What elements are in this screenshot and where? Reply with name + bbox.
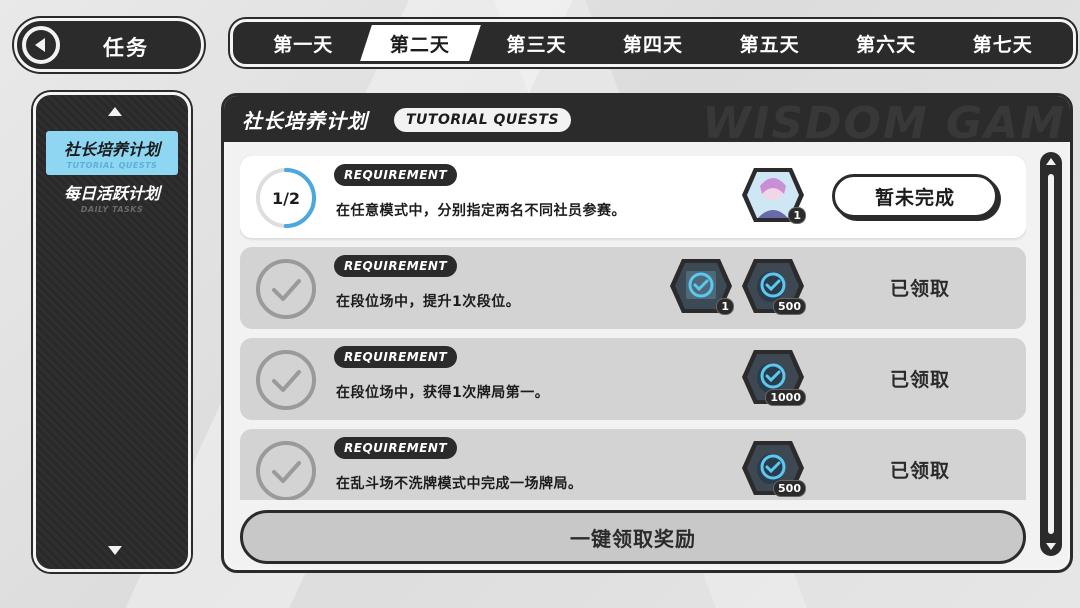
quest-list[interactable]: 1/2 REQUIREMENT 在任意模式中，分别指定两名不同社员参赛。 1 暂…	[240, 156, 1026, 500]
reward-count: 500	[773, 298, 806, 315]
day-tabs: 第一天 第二天 第三天 第四天 第五天 第六天 第七天	[230, 19, 1076, 67]
panel-title: 社长培养计划	[242, 109, 368, 133]
tab-label: 第六天	[856, 33, 917, 56]
quest-card: REQUIREMENT 在段位场中，提升1次段位。 1 500 已领取	[240, 247, 1026, 329]
tab-label: 第三天	[506, 33, 567, 56]
requirement-badge: REQUIREMENT	[334, 255, 458, 277]
quest-description: 在乱斗场不洗牌模式中完成一场牌局。	[336, 476, 583, 492]
progress-text: 1/2	[271, 188, 301, 208]
tab-label: 第四天	[623, 33, 684, 56]
tab-day-2[interactable]: 第二天	[362, 25, 479, 61]
reward-count: 1	[716, 298, 734, 315]
scroll-up-icon[interactable]	[108, 107, 122, 116]
checkmark-icon	[256, 350, 316, 410]
category-sidebar: 社长培养计划 TUTORIAL QUESTS 每日活跃计划 DAILY TASK…	[33, 92, 191, 572]
checkmark-icon	[256, 441, 316, 500]
tab-label: 第二天	[389, 33, 450, 56]
reward-count: 1000	[765, 389, 806, 406]
page-title: 任务	[103, 36, 149, 60]
reward-item[interactable]: 1000	[740, 346, 806, 408]
tab-day-3[interactable]: 第三天	[478, 25, 595, 61]
tab-label: 第五天	[739, 33, 800, 56]
tab-day-4[interactable]: 第四天	[595, 25, 712, 61]
sidebar-item-daily[interactable]: 每日活跃计划 DAILY TASKS	[46, 175, 178, 219]
checkmark-icon	[256, 259, 316, 319]
reward-item[interactable]: 500	[740, 437, 806, 499]
sidebar-item-label: 每日活跃计划	[63, 184, 160, 203]
tab-label: 第一天	[273, 33, 334, 56]
back-arrow-icon	[26, 30, 56, 60]
requirement-badge: REQUIREMENT	[334, 164, 458, 186]
quest-card: 1/2 REQUIREMENT 在任意模式中，分别指定两名不同社员参赛。 1 暂…	[240, 156, 1026, 238]
quest-card: REQUIREMENT 在段位场中，获得1次牌局第一。 1000 已领取	[240, 338, 1026, 420]
scrollbar[interactable]	[1040, 152, 1062, 556]
reward-count: 1	[788, 207, 806, 224]
sidebar-item-sublabel: DAILY TASKS	[80, 205, 144, 214]
claimed-status: 已领取	[889, 278, 950, 300]
scroll-up-icon[interactable]	[1046, 158, 1056, 165]
tab-day-1[interactable]: 第一天	[245, 25, 362, 61]
quest-card: REQUIREMENT 在乱斗场不洗牌模式中完成一场牌局。 500 已领取	[240, 429, 1026, 500]
reward-item[interactable]: 1	[740, 164, 806, 226]
claim-all-button[interactable]: 一键领取奖励	[240, 510, 1026, 564]
scroll-down-icon[interactable]	[108, 546, 122, 555]
panel-header: WISDOM GAM 社长培养计划 TUTORIAL QUESTS	[224, 96, 1070, 149]
reward-count: 500	[773, 480, 806, 497]
status-button[interactable]: 暂未完成	[832, 174, 998, 218]
sidebar-item-tutorial[interactable]: 社长培养计划 TUTORIAL QUESTS	[46, 131, 178, 175]
tab-day-6[interactable]: 第六天	[828, 25, 945, 61]
watermark: WISDOM GAM	[702, 98, 1066, 149]
quest-panel: WISDOM GAM 社长培养计划 TUTORIAL QUESTS 1/2 RE…	[221, 93, 1073, 573]
scrollbar-thumb[interactable]	[1048, 174, 1054, 534]
quest-description: 在段位场中，提升1次段位。	[336, 294, 521, 310]
panel-tag: TUTORIAL QUESTS	[394, 108, 572, 132]
quest-description: 在任意模式中，分别指定两名不同社员参赛。	[336, 203, 626, 219]
sidebar-item-sublabel: TUTORIAL QUESTS	[66, 161, 158, 170]
requirement-badge: REQUIREMENT	[334, 437, 458, 459]
sidebar-item-label: 社长培养计划	[63, 140, 160, 159]
requirement-badge: REQUIREMENT	[334, 346, 458, 368]
reward-item[interactable]: 1	[668, 255, 734, 317]
back-button[interactable]	[19, 23, 63, 67]
tab-day-7[interactable]: 第七天	[944, 25, 1061, 61]
tab-day-5[interactable]: 第五天	[711, 25, 828, 61]
claimed-status: 已领取	[889, 460, 950, 482]
tab-label: 第七天	[972, 33, 1033, 56]
claimed-status: 已领取	[889, 369, 950, 391]
quest-description: 在段位场中，获得1次牌局第一。	[336, 385, 550, 401]
scroll-down-icon[interactable]	[1046, 543, 1056, 550]
reward-item[interactable]: 500	[740, 255, 806, 317]
header-bar: 任务	[14, 18, 204, 72]
